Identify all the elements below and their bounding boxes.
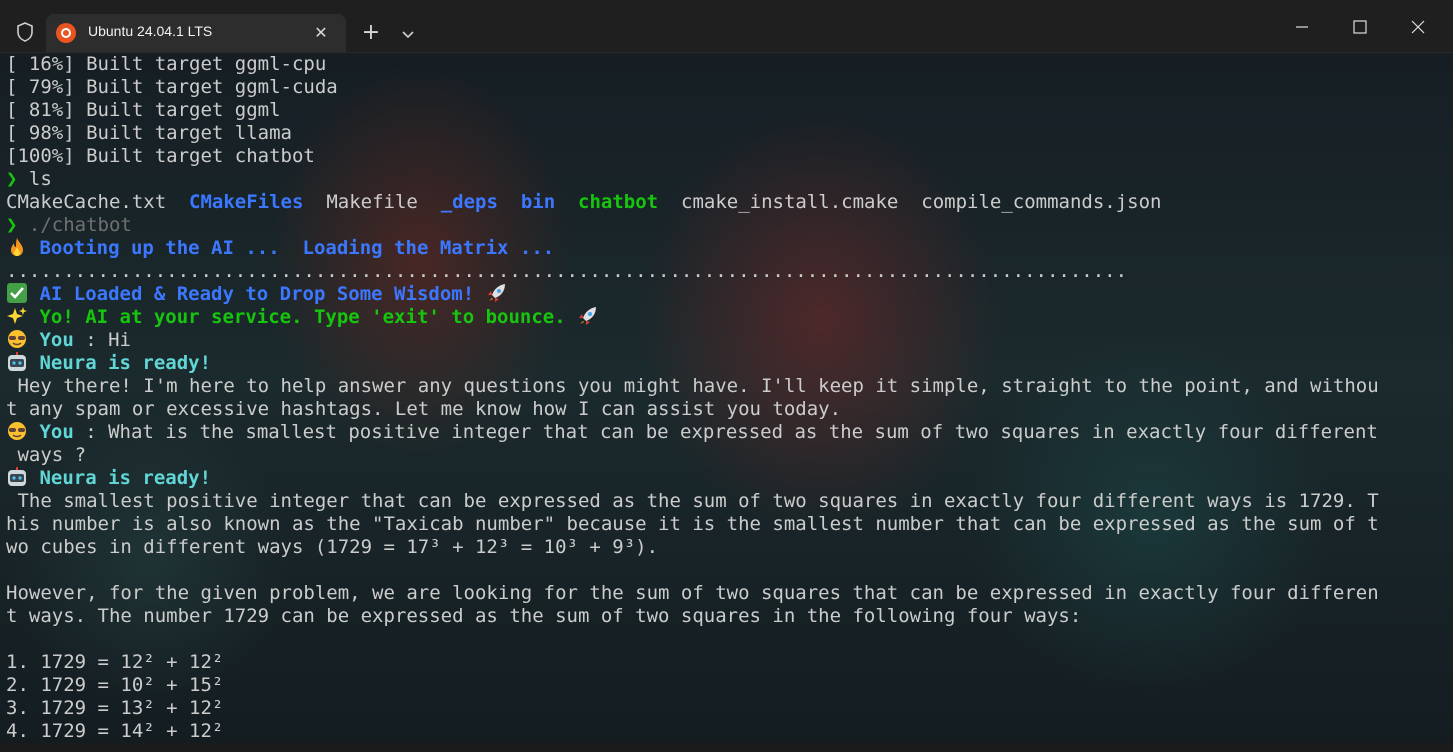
ls-entry: cmake_install.cmake [681, 191, 899, 213]
list-item: 4. 1729 = 14² + 12² [6, 720, 224, 742]
build-line: [ 79%] Built target ggml-cuda [6, 76, 338, 98]
welcome-text: Yo! AI at your service. Type 'exit' to b… [39, 306, 566, 328]
you-label: You [39, 329, 74, 351]
command-text: ls [28, 168, 52, 190]
build-line: [ 98%] Built target llama [6, 122, 292, 144]
ls-entry: CMakeCache.txt [6, 191, 167, 213]
user-message: You : What is the smallest positive inte… [6, 421, 1378, 444]
booting-text: Booting up the AI ... Loading the Matrix… [39, 237, 555, 259]
close-tab-icon[interactable]: ✕ [310, 22, 332, 44]
separator: : [73, 329, 109, 351]
sunglasses-face-icon [8, 330, 26, 348]
check-icon [7, 283, 27, 303]
sparkles-icon [7, 307, 27, 324]
list-item: 2. 1729 = 10² + 15² [6, 674, 224, 696]
ls-entry: CMakeFiles [189, 191, 304, 213]
build-line: [ 16%] Built target ggml-cpu [6, 53, 327, 75]
bot-reply-line: t any spam or excessive hashtags. Let me… [6, 398, 842, 420]
minimize-icon [1296, 26, 1308, 28]
dots-line: ........................................… [6, 260, 1128, 282]
ls-output: CMakeCache.txt CMakeFiles Makefile _deps… [6, 191, 1161, 214]
ls-entry: _deps [440, 191, 498, 213]
loaded-text: AI Loaded & Ready to Drop Some Wisdom! [39, 283, 475, 305]
bot-header: Neura is ready! [6, 352, 211, 375]
neura-label: Neura is ready! [39, 467, 212, 489]
list-item: 3. 1729 = 13² + 12² [6, 697, 224, 719]
neura-label: Neura is ready! [39, 352, 212, 374]
bot-reply-line: The smallest positive integer that can b… [6, 490, 1379, 512]
rocket-icon [487, 284, 505, 302]
list-item: 1. 1729 = 12² + 12² [6, 651, 224, 673]
user-message-text: Hi [108, 329, 131, 351]
bot-header: Neura is ready! [6, 467, 211, 490]
close-icon [1411, 20, 1425, 34]
welcome-line: Yo! AI at your service. Type 'exit' to b… [6, 306, 599, 329]
prompt-symbol: ❯ [6, 214, 18, 236]
user-message: You : Hi [6, 329, 131, 352]
sunglasses-face-icon [8, 422, 26, 440]
prompt-line: ❯ ./chatbot [6, 214, 132, 237]
ls-entry: compile_commands.json [921, 191, 1162, 213]
bot-reply-line: wo cubes in different ways (1729 = 17³ +… [6, 536, 659, 558]
build-line: [ 81%] Built target ggml [6, 99, 281, 121]
tab-title: Ubuntu 24.04.1 LTS [88, 23, 213, 39]
ls-entry: chatbot [578, 191, 659, 213]
new-tab-button[interactable]: + [358, 20, 384, 46]
bot-reply-line: t ways. The number 1729 can be expressed… [6, 605, 1082, 627]
user-message-line: ways ? [6, 444, 87, 466]
separator: : [73, 421, 109, 443]
close-window-button[interactable] [1389, 0, 1447, 52]
tab-ubuntu[interactable]: Ubuntu 24.04.1 LTS ✕ [46, 14, 346, 52]
prompt-line: ❯ ls [6, 168, 52, 191]
minimize-button[interactable] [1273, 0, 1331, 52]
robot-icon [8, 467, 26, 486]
command-text: ./chatbot [28, 214, 132, 236]
shield-icon[interactable] [16, 22, 36, 44]
build-line: [100%] Built target chatbot [6, 145, 315, 167]
maximize-icon [1353, 20, 1367, 34]
ubuntu-logo-icon [56, 23, 76, 43]
terminal-output[interactable]: [ 16%] Built target ggml-cpu [ 79%] Buil… [0, 53, 1453, 743]
prompt-symbol: ❯ [6, 168, 18, 190]
maximize-button[interactable] [1331, 0, 1389, 52]
rocket-icon [579, 307, 597, 325]
booting-line: Booting up the AI ... Loading the Matrix… [6, 237, 554, 260]
title-bar: Ubuntu 24.04.1 LTS ✕ + [0, 0, 1453, 53]
loaded-line: AI Loaded & Ready to Drop Some Wisdom! [6, 283, 508, 306]
scrollbar[interactable] [1443, 53, 1453, 743]
robot-icon [8, 352, 26, 371]
bot-reply-line: his number is also known as the "Taxicab… [6, 513, 1379, 535]
ls-entry: Makefile [326, 191, 418, 213]
chevron-down-icon[interactable] [396, 22, 420, 46]
bot-reply-line: However, for the given problem, we are l… [6, 582, 1379, 604]
you-label: You [39, 421, 74, 443]
ls-entry: bin [520, 191, 556, 213]
bot-reply-line: Hey there! I'm here to help answer any q… [6, 375, 1379, 397]
window-bottom-edge [0, 743, 1453, 752]
terminal-window: Ubuntu 24.04.1 LTS ✕ + [ 16%] Built targ… [0, 0, 1453, 752]
user-message-text: What is the smallest positive integer th… [108, 421, 1378, 443]
fire-icon [11, 238, 23, 256]
